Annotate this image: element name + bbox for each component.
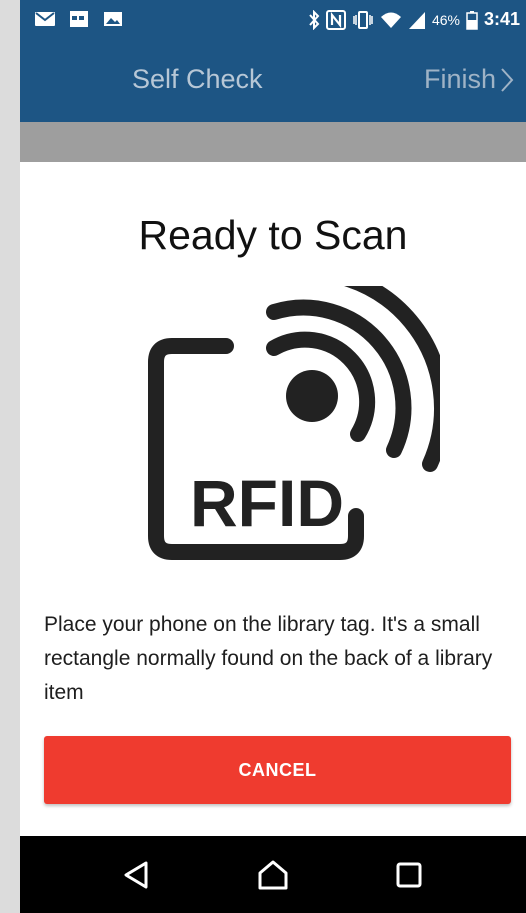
home-icon[interactable]: [256, 858, 290, 892]
status-bar: 46% 3:41: [20, 0, 526, 42]
mail-icon: [35, 12, 55, 26]
system-status-icons: 46% 3:41: [308, 9, 520, 30]
back-icon[interactable]: [120, 858, 154, 892]
cancel-label: CANCEL: [238, 759, 317, 780]
clock: 3:41: [483, 9, 520, 29]
recents-icon[interactable]: [392, 858, 426, 892]
notification-icons: [34, 10, 124, 28]
page-title: Self Check: [132, 64, 263, 94]
wifi-icon: [380, 12, 401, 28]
finish-button[interactable]: Finish: [424, 64, 514, 95]
finish-label: Finish: [423, 64, 496, 94]
image-icon: [104, 12, 122, 26]
scan-sheet: Ready to Scan RFID Place your phone on t…: [20, 162, 526, 836]
navigation-bar: [20, 836, 526, 913]
calendar-icon: [70, 11, 88, 27]
rfid-icon: RFID: [148, 286, 440, 560]
phone-screen: 46% 3:41 Self Check Finish Ready to Scan: [20, 0, 526, 913]
vibrate-icon: [353, 10, 373, 29]
chevron-right-icon: [501, 67, 514, 92]
rfid-label: RFID: [190, 466, 344, 540]
nfc-icon: [325, 9, 346, 30]
bluetooth-icon: [309, 9, 320, 30]
scrim: [20, 122, 526, 162]
battery-percent: 46%: [431, 11, 460, 28]
scan-instructions: Place your phone on the library tag. It'…: [44, 613, 493, 704]
battery-icon: [466, 10, 478, 30]
signal-icon: [408, 11, 425, 29]
app-bar: Self Check Finish: [20, 42, 526, 122]
sheet-title: Ready to Scan: [138, 212, 408, 258]
cancel-button[interactable]: CANCEL: [44, 736, 511, 804]
